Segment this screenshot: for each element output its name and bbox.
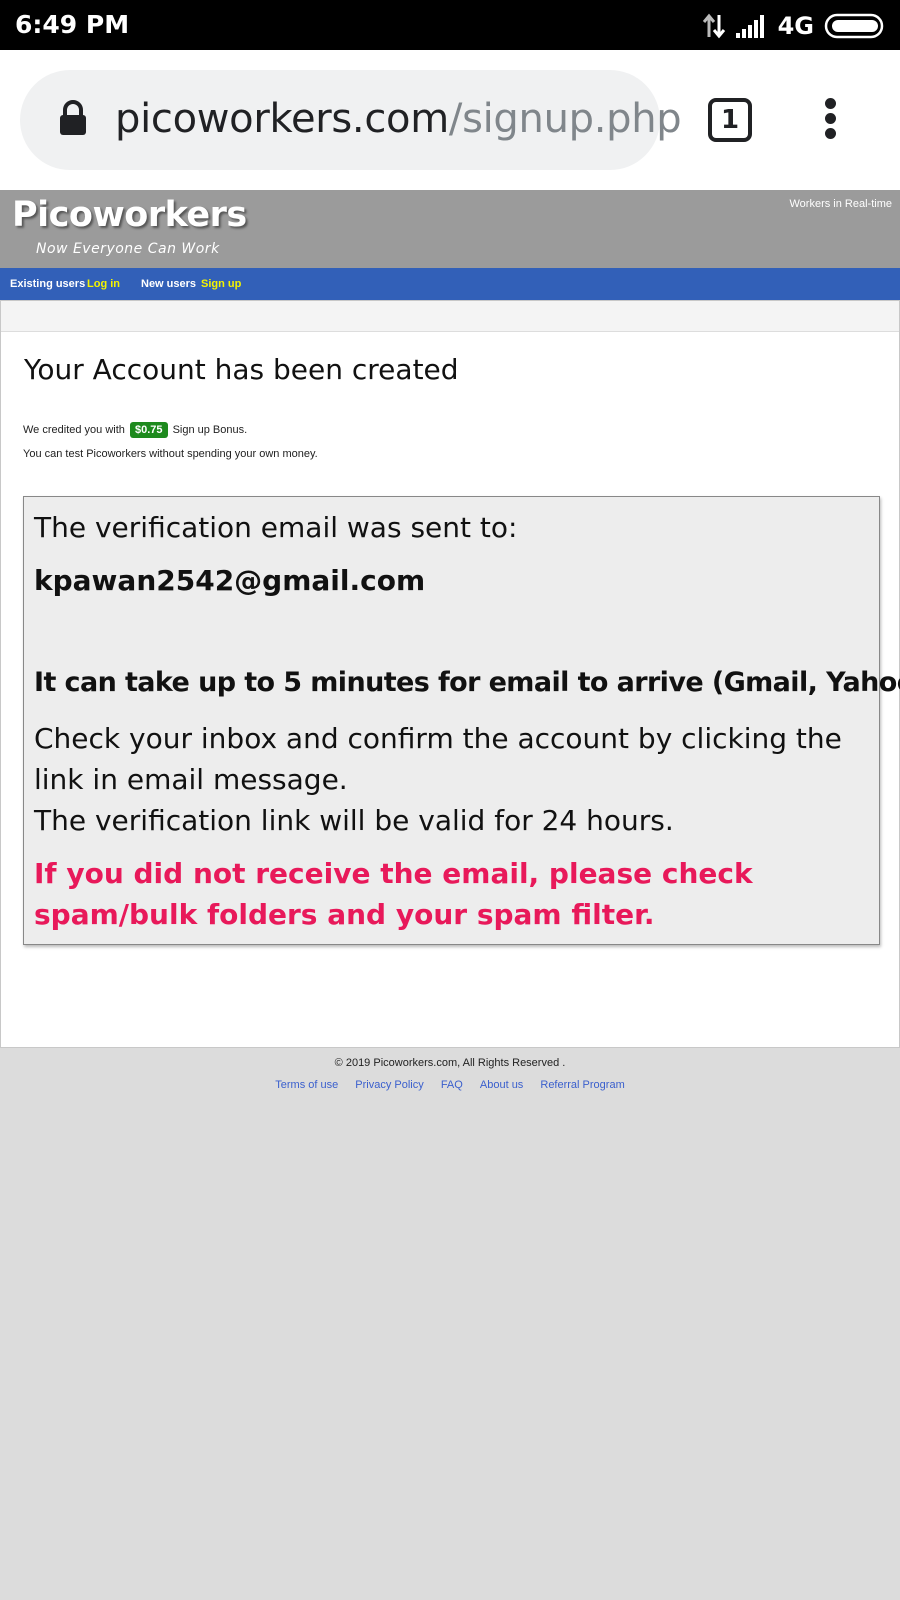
spam-warning: If you did not receive the email, please… xyxy=(34,857,753,931)
terms-link[interactable]: Terms of use xyxy=(275,1079,338,1091)
url-text: picoworkers.com/signup.php xyxy=(115,96,682,142)
address-bar[interactable]: picoworkers.com/signup.php xyxy=(20,70,682,170)
site-tagline: Now Everyone Can Work xyxy=(36,241,220,257)
referral-link[interactable]: Referral Program xyxy=(540,1079,624,1091)
faq-link[interactable]: FAQ xyxy=(441,1079,463,1091)
bonus-suffix: Sign up Bonus. xyxy=(172,424,248,436)
link-valid-line: The verification link will be valid for … xyxy=(34,804,674,837)
url-domain: picoworkers.com xyxy=(115,96,449,142)
page-title: Your Account has been created xyxy=(24,353,459,386)
verification-notice: The verification email was sent to: kpaw… xyxy=(23,496,900,945)
url-path: /signup.php xyxy=(448,96,682,142)
login-link[interactable]: Log in xyxy=(87,278,120,290)
more-options-icon[interactable] xyxy=(820,98,840,142)
site-logo[interactable]: Picoworkers xyxy=(12,195,247,235)
test-note: You can test Picoworkers without spendin… xyxy=(23,448,318,460)
check-inbox-text: Check your inbox and confirm the account… xyxy=(34,718,869,841)
tab-switcher-button[interactable]: 1 xyxy=(708,98,752,142)
content-top-strip xyxy=(1,301,899,332)
sent-to-text: The verification email was sent to: xyxy=(34,511,518,544)
battery-icon xyxy=(824,13,884,39)
network-type: 4G xyxy=(777,12,814,40)
status-bar: 6:49 PM 4G xyxy=(0,0,900,50)
check-inbox-line: Check your inbox and confirm the account… xyxy=(34,722,842,796)
lock-icon xyxy=(60,100,86,135)
nav-bar: Existing users Log in New users Sign up xyxy=(0,268,900,300)
data-transfer-icon xyxy=(702,13,725,39)
signal-icon xyxy=(735,15,764,38)
footer-copyright: © 2019 Picoworkers.com, All Rights Reser… xyxy=(334,1057,566,1069)
signup-link[interactable]: Sign up xyxy=(201,278,241,290)
status-time: 6:49 PM xyxy=(15,10,130,39)
browser-toolbar: picoworkers.com/signup.php 1 xyxy=(0,50,900,190)
bonus-amount-badge: $0.75 xyxy=(129,422,168,438)
new-users-label: New users xyxy=(141,278,197,290)
bonus-prefix: We credited you with xyxy=(23,424,125,436)
site-header: Picoworkers Now Everyone Can Work Worker… xyxy=(0,190,900,268)
main-content: Your Account has been created We credite… xyxy=(0,300,900,1048)
about-link[interactable]: About us xyxy=(480,1079,523,1091)
footer-links: Terms of use Privacy Policy FAQ About us… xyxy=(0,1079,900,1091)
arrival-note: It can take up to 5 minutes for email to… xyxy=(34,667,900,698)
workers-realtime-link[interactable]: Workers in Real-time xyxy=(790,198,893,210)
bonus-line: We credited you with $0.75 Sign up Bonus… xyxy=(23,422,247,438)
existing-users-label: Existing users xyxy=(10,278,86,290)
email-address: kpawan2542@gmail.com xyxy=(34,564,426,597)
privacy-link[interactable]: Privacy Policy xyxy=(355,1079,423,1091)
status-icons: 4G xyxy=(702,11,886,41)
